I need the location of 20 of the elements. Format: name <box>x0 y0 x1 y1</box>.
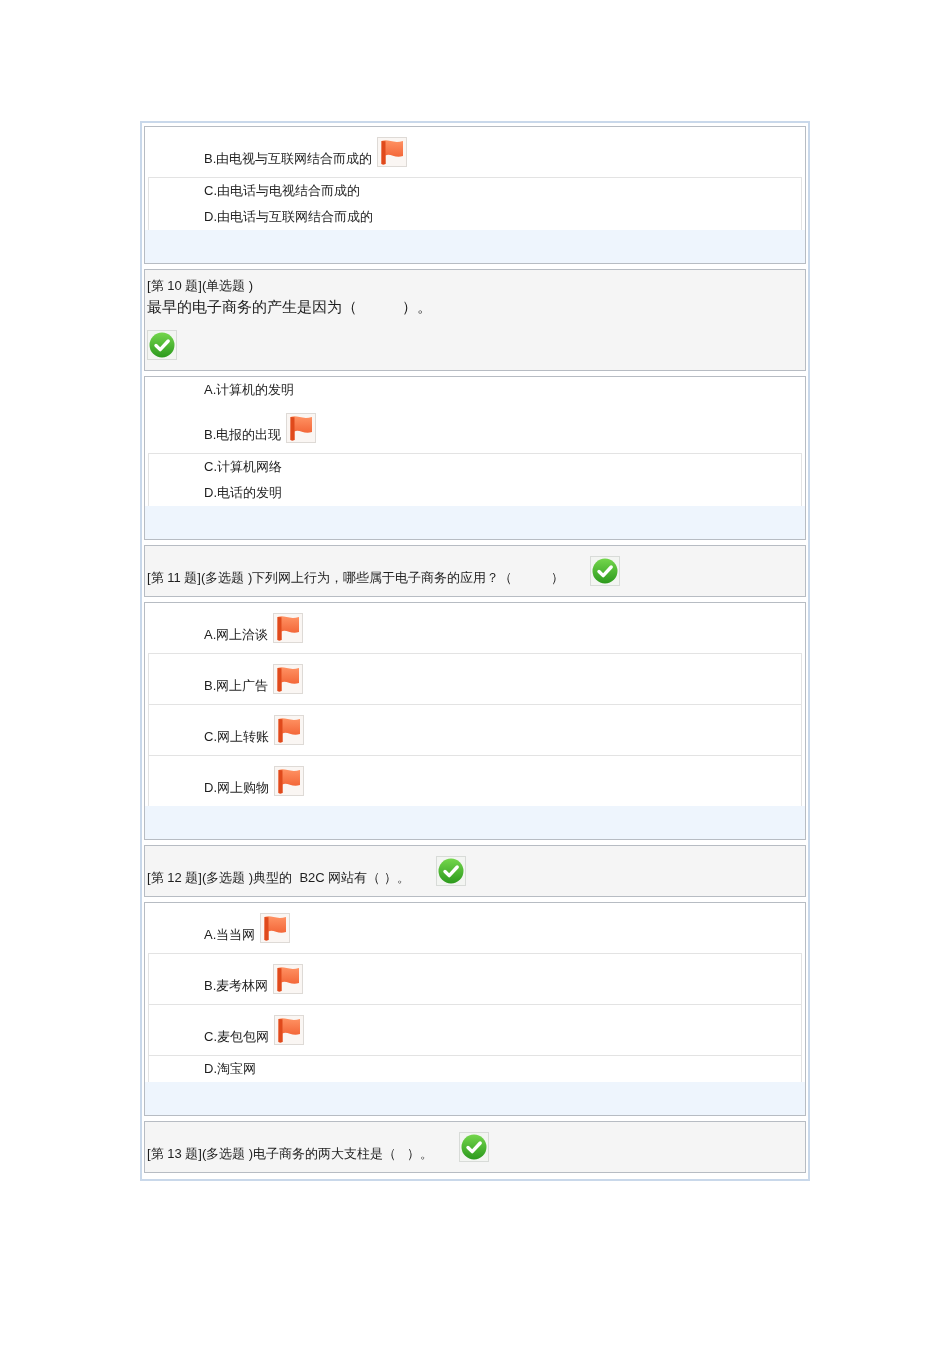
option-label: C.由电话与电视结合而成的 <box>204 183 360 199</box>
question-text: 最早的电子商务的产生是因为（ ）。 <box>147 297 432 317</box>
option-label: A.网上洽谈 <box>204 627 269 643</box>
option-label: C.麦包包网 <box>204 1029 269 1045</box>
option-label: B.由电视与互联网结合而成的 <box>204 151 373 167</box>
option-label: D.由电话与互联网结合而成的 <box>204 209 373 225</box>
option-label: C.计算机网络 <box>204 459 282 475</box>
option-label: B.麦考林网 <box>204 978 269 994</box>
question-tag: [第 10 题](单选题 ) <box>147 278 254 294</box>
option-label: D.网上购物 <box>204 780 269 796</box>
question-text: [第 12 题](多选题 )典型的 B2C 网站有（ ）。 <box>147 870 410 886</box>
question-text: [第 13 题](多选题 )电子商务的两大支柱是（ ）。 <box>147 1146 433 1162</box>
option-label: D.电话的发明 <box>204 485 282 501</box>
option-label: A.当当网 <box>204 927 256 943</box>
question-text: [第 11 题](多选题 )下列网上行为，哪些属于电子商务的应用？（ ） <box>147 570 565 586</box>
option-label: A.计算机的发明 <box>204 382 295 398</box>
option-label: B.网上广告 <box>204 678 269 694</box>
option-label: D.淘宝网 <box>204 1061 256 1077</box>
option-label: C.网上转账 <box>204 729 269 745</box>
option-label: B.电报的出现 <box>204 427 282 443</box>
